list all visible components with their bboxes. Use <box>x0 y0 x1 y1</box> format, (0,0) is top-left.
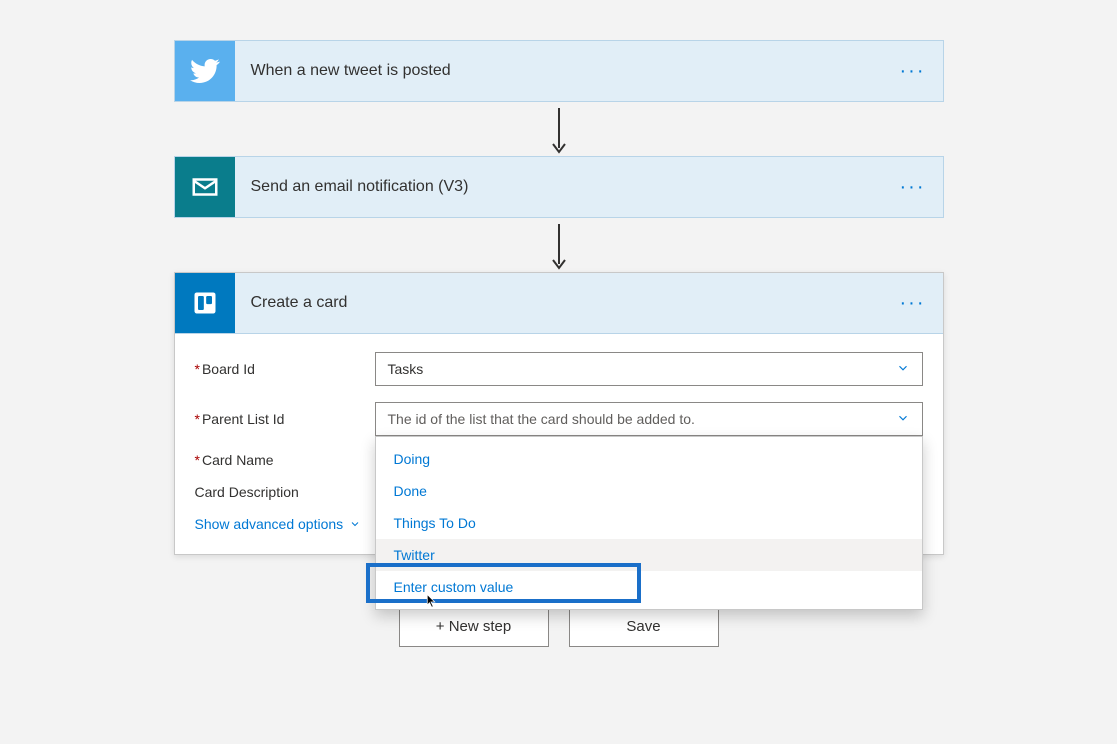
parent-list-placeholder: The id of the list that the card should … <box>388 411 695 427</box>
dropdown-item-done[interactable]: Done <box>376 475 922 507</box>
step-title: Create a card <box>235 273 883 333</box>
board-id-select[interactable]: Tasks <box>375 352 923 386</box>
parent-list-id-label: *Parent List Id <box>195 411 375 427</box>
flow-arrow <box>558 106 560 152</box>
dropdown-item-twitter[interactable]: Twitter <box>376 539 922 571</box>
dropdown-item-custom[interactable]: Enter custom value <box>376 571 922 603</box>
step-header[interactable]: Create a card ··· <box>175 273 943 334</box>
chevron-down-icon <box>349 518 361 530</box>
step-menu-button[interactable]: ··· <box>883 273 943 333</box>
step-menu-button[interactable]: ··· <box>883 157 943 217</box>
flow-arrow <box>558 222 560 268</box>
parent-list-dropdown: Doing Done Things To Do Twitter Enter cu… <box>375 436 923 610</box>
step-title: When a new tweet is posted <box>235 41 883 101</box>
card-description-label: Card Description <box>195 484 375 500</box>
show-advanced-options-link[interactable]: Show advanced options <box>195 516 362 532</box>
step-title: Send an email notification (V3) <box>235 157 883 217</box>
flow-step-trigger[interactable]: When a new tweet is posted ··· <box>174 40 944 102</box>
new-step-button[interactable]: + New step <box>399 605 549 647</box>
flow-step-trello-expanded: Create a card ··· *Board Id Tasks *Paren… <box>174 272 944 555</box>
step-menu-button[interactable]: ··· <box>883 41 943 101</box>
dropdown-item-doing[interactable]: Doing <box>376 443 922 475</box>
flow-step-email[interactable]: Send an email notification (V3) ··· <box>174 156 944 218</box>
twitter-icon <box>175 41 235 101</box>
dropdown-item-things-to-do[interactable]: Things To Do <box>376 507 922 539</box>
parent-list-id-select[interactable]: The id of the list that the card should … <box>375 402 923 436</box>
chevron-down-icon <box>896 411 910 428</box>
board-id-label: *Board Id <box>195 361 375 377</box>
board-id-value: Tasks <box>388 361 424 377</box>
card-name-label: *Card Name <box>195 452 375 468</box>
save-button[interactable]: Save <box>569 605 719 647</box>
trello-icon <box>175 273 235 333</box>
chevron-down-icon <box>896 361 910 378</box>
mail-icon <box>175 157 235 217</box>
